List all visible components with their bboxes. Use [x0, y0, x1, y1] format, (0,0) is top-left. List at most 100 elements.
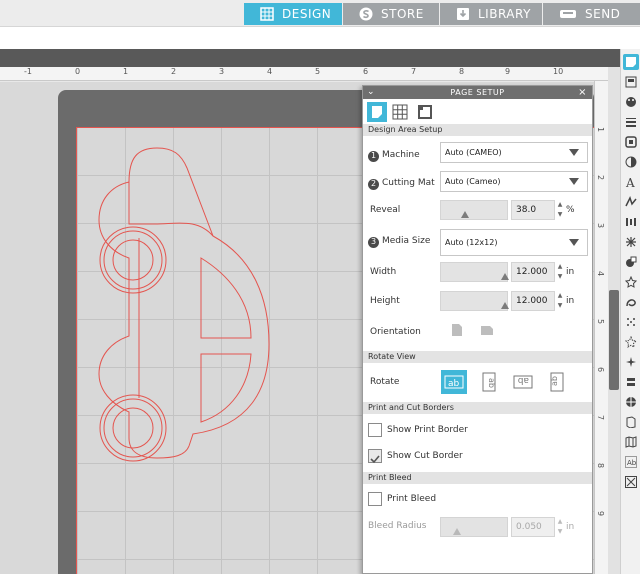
replicate-tool[interactable]	[623, 234, 639, 250]
sketch-tool[interactable]	[623, 314, 639, 330]
panel-icon	[625, 76, 637, 88]
font-icon: Ab	[625, 456, 637, 468]
rotate-option-label: ab	[550, 376, 559, 386]
checkmark-icon	[370, 455, 380, 464]
modify-tool[interactable]	[623, 254, 639, 270]
tab-store-label: STORE	[381, 7, 424, 21]
align-tool[interactable]	[623, 214, 639, 230]
tab-send[interactable]: SEND	[543, 3, 640, 25]
scrollbar-thumb[interactable]	[609, 290, 619, 390]
page-setup-tool[interactable]	[623, 54, 639, 70]
machine-label-text: Machine	[382, 150, 420, 160]
rotate-0-icon: ab	[444, 375, 464, 389]
fill-color-tool[interactable]	[623, 94, 639, 110]
top-nav-bar: DESIGN STORE LIBRARY SEND	[0, 0, 640, 27]
library-panel-tool[interactable]	[623, 394, 639, 410]
tab-grid[interactable]	[390, 102, 410, 122]
reveal-slider[interactable]	[440, 200, 508, 220]
tab-registration-marks[interactable]	[415, 102, 435, 122]
tab-page-setup[interactable]	[367, 102, 387, 122]
tab-store[interactable]: STORE	[343, 3, 439, 25]
gradient-tool[interactable]	[623, 154, 639, 170]
rotate-180-button[interactable]: ab	[510, 370, 536, 394]
orientation-label: Orientation	[370, 327, 421, 337]
panel-title: PAGE SETUP	[450, 88, 505, 97]
landscape-icon[interactable]	[480, 323, 494, 337]
print-bleed-checkbox[interactable]	[368, 492, 382, 506]
layers-tool[interactable]	[623, 374, 639, 390]
text-style-icon	[625, 196, 637, 207]
slider-thumb[interactable]	[461, 211, 469, 218]
slider-thumb[interactable]	[453, 528, 461, 535]
step-number: 3	[368, 236, 379, 248]
rotate-0-button[interactable]: ab	[441, 370, 467, 394]
step-number: 2	[368, 178, 379, 190]
width-input[interactable]: 12.000	[511, 262, 555, 282]
ruler-tick: 7	[596, 414, 606, 421]
text-style-tool[interactable]	[623, 194, 639, 210]
portrait-icon[interactable]	[450, 323, 464, 337]
bleed-radius-unit: in	[566, 522, 575, 532]
machine-select[interactable]: Auto (CAMEO)	[440, 142, 588, 163]
height-unit: in	[566, 296, 575, 306]
rhinestone-tool[interactable]	[623, 334, 639, 350]
print-and-cut-tool[interactable]	[623, 414, 639, 430]
font-tool[interactable]: Ab	[623, 454, 639, 470]
rotate-label: Rotate	[370, 377, 400, 387]
chevron-down-icon[interactable]: ⌄	[367, 87, 375, 98]
rotate-270-button[interactable]: ab	[544, 370, 570, 394]
align-icon	[626, 218, 636, 226]
rotate-90-icon: ab	[482, 372, 496, 392]
show-print-border-checkbox[interactable]	[368, 423, 382, 437]
width-stepper[interactable]: ▲ ▼	[556, 262, 564, 282]
rotate-90-button[interactable]: ab	[476, 370, 502, 394]
step-number: 1	[368, 150, 379, 162]
text-tool[interactable]: A	[623, 174, 639, 190]
gradient-icon	[625, 156, 637, 168]
trace-tool[interactable]	[623, 294, 639, 310]
transform-icon	[626, 357, 636, 367]
bleed-radius-input[interactable]: 0.050	[511, 517, 555, 537]
car-shape[interactable]	[77, 128, 377, 468]
line-style-tool[interactable]	[623, 114, 639, 130]
slider-thumb[interactable]	[501, 302, 509, 309]
height-stepper[interactable]: ▲ ▼	[556, 291, 564, 311]
media-size-label-text: Media Size	[382, 236, 431, 246]
globe-icon	[626, 397, 636, 407]
media-size-select[interactable]: Auto (12x12)	[440, 229, 588, 256]
cutting-mat-value: Auto (Cameo)	[445, 177, 501, 186]
show-cut-border-checkbox[interactable]	[368, 449, 382, 464]
close-icon[interactable]: ×	[578, 86, 587, 99]
silhouette-studio-window: DESIGN STORE LIBRARY SEND -1 0 1 2 3 4 5…	[0, 0, 640, 574]
panel-header: ⌄ PAGE SETUP ×	[363, 86, 592, 99]
reveal-unit: %	[566, 205, 575, 215]
map-tool[interactable]	[623, 434, 639, 450]
ruler-tick: 5	[596, 318, 606, 325]
offset-tool[interactable]	[623, 274, 639, 290]
tab-design[interactable]: DESIGN	[244, 3, 342, 25]
fill-pattern-tool[interactable]	[623, 134, 639, 150]
height-input[interactable]: 12.000	[511, 291, 555, 311]
rotate-option-label: ab	[448, 379, 460, 389]
height-slider[interactable]	[440, 291, 509, 311]
bleed-radius-stepper[interactable]: ▲ ▼	[556, 517, 564, 537]
send-tool[interactable]	[623, 74, 639, 90]
reveal-stepper[interactable]: ▲ ▼	[556, 200, 564, 220]
width-slider[interactable]	[440, 262, 509, 282]
page-icon	[372, 106, 382, 118]
pattern-tool[interactable]	[623, 474, 639, 490]
reveal-input[interactable]: 38.0	[511, 200, 555, 220]
page-setup-panel: ⌄ PAGE SETUP × Design Area Setup 1 Machin…	[362, 85, 593, 574]
reveal-label: Reveal	[370, 205, 401, 215]
transform-tool[interactable]	[623, 354, 639, 370]
slider-thumb[interactable]	[501, 273, 509, 280]
tab-send-label: SEND	[585, 7, 621, 21]
grid-icon	[392, 104, 408, 120]
cutting-mat-select[interactable]: Auto (Cameo)	[440, 171, 588, 192]
bleed-radius-slider[interactable]	[440, 517, 508, 537]
caret-down-icon	[569, 149, 579, 156]
quick-access-toolbar	[0, 27, 640, 49]
right-toolbar: A Ab	[620, 49, 640, 574]
tab-library[interactable]: LIBRARY	[440, 3, 542, 25]
svg-text:Ab: Ab	[627, 459, 637, 467]
